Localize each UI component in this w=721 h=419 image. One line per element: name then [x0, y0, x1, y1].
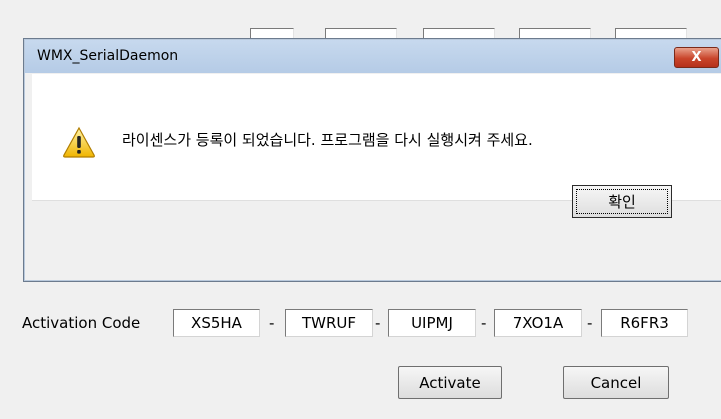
separator: - [481, 314, 487, 332]
close-button[interactable]: X [674, 47, 719, 68]
code-field-4[interactable]: 7XO1A [494, 309, 582, 337]
dialog-titlebar[interactable]: WMX_SerialDaemon X [25, 40, 721, 73]
dialog-message: 라이센스가 등록이 되었습니다. 프로그램을 다시 실행시켜 주세요. [122, 131, 533, 149]
code-field-5[interactable]: R6FR3 [601, 309, 688, 337]
focus-rect [576, 189, 668, 214]
message-dialog: WMX_SerialDaemon X 라이센스가 등록이 되었습니다. 프로그램… [23, 38, 721, 282]
dialog-title: WMX_SerialDaemon [37, 48, 179, 64]
code-field-2[interactable]: TWRUF [285, 309, 373, 337]
dialog-content: 라이센스가 등록이 되었습니다. 프로그램을 다시 실행시켜 주세요. [32, 74, 721, 200]
activate-button[interactable]: Activate [398, 366, 502, 399]
activation-code-label: Activation Code [22, 314, 141, 332]
code-field-3[interactable]: UIPMJ [388, 309, 476, 337]
close-icon: X [691, 50, 702, 65]
ok-button[interactable]: 확인 [572, 185, 672, 218]
background-fields [0, 0, 721, 47]
cancel-button[interactable]: Cancel [563, 366, 669, 399]
separator: - [375, 314, 381, 332]
separator: - [269, 314, 275, 332]
warning-icon [63, 126, 95, 158]
code-field-1[interactable]: XS5HA [173, 309, 260, 337]
separator: - [587, 314, 593, 332]
